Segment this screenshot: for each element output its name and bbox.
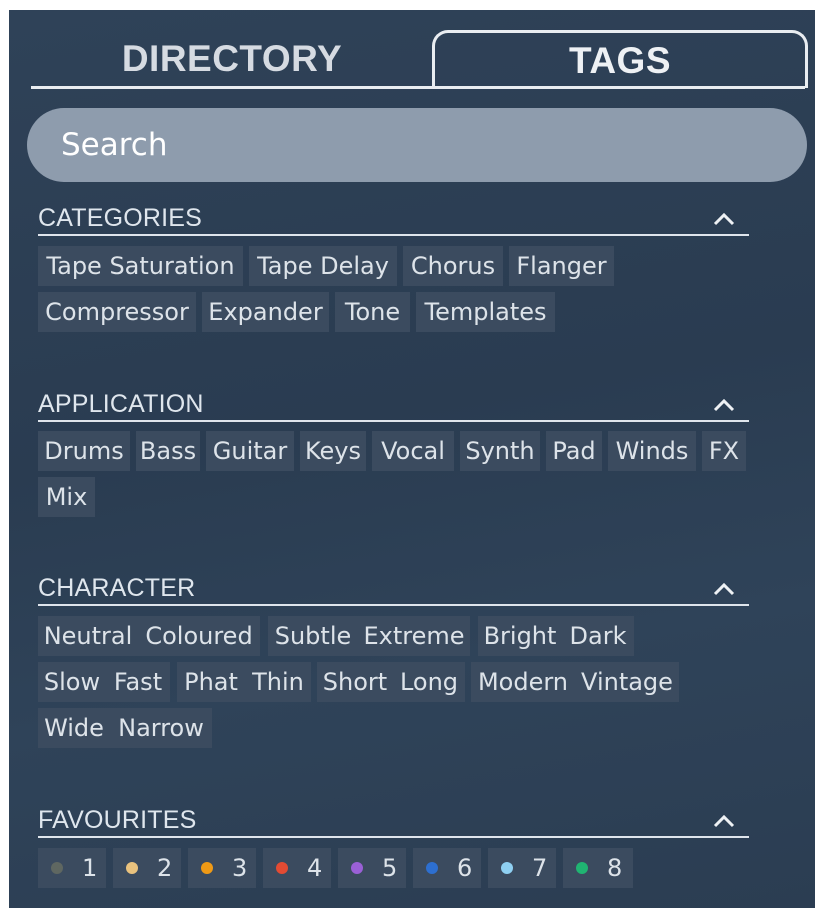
tag-chip[interactable]: Narrow [110,708,212,748]
section-header-categories[interactable]: CATEGORIES [38,204,749,236]
color-dot-icon [501,862,513,874]
section-title-character: CHARACTER [38,574,196,602]
favourite-chip-2[interactable]: 2 [113,848,181,888]
section-title-categories: CATEGORIES [38,204,203,232]
tag-chip[interactable]: Guitar [206,431,294,471]
color-dot-icon [426,862,438,874]
tag-chip[interactable]: Modern [471,662,575,702]
tag-chip[interactable]: Extreme [358,616,470,656]
tab-tags[interactable]: TAGS [432,30,808,88]
tag-chip[interactable]: Templates [416,292,555,332]
section-header-favourites[interactable]: FAVOURITES [38,806,749,838]
favourite-number: 8 [607,854,623,882]
favourite-number: 5 [382,854,398,882]
tag-chip[interactable]: Thin [245,662,311,702]
section-header-application[interactable]: APPLICATION [38,390,749,422]
color-dot-icon [276,862,288,874]
color-dot-icon [51,862,63,874]
tag-chip[interactable]: Keys [300,431,366,471]
tag-chip[interactable]: Dark [562,616,634,656]
tag-chip[interactable]: Subtle [268,616,358,656]
color-dot-icon [126,862,138,874]
tag-chip[interactable]: Expander [202,292,329,332]
tag-chip[interactable]: Neutral [38,616,138,656]
tag-chip[interactable]: Wide [38,708,110,748]
tag-chip[interactable]: Tape Saturation [38,246,243,286]
favourite-chip-1[interactable]: 1 [38,848,106,888]
color-dot-icon [576,862,588,874]
tag-chip[interactable]: Winds [608,431,696,471]
tag-chip[interactable]: Synth [460,431,540,471]
chevron-up-icon[interactable] [713,398,735,412]
tag-chip[interactable]: Short [317,662,393,702]
tag-chip[interactable]: Vintage [575,662,679,702]
tag-chip[interactable]: Flanger [509,246,614,286]
favourite-chip-4[interactable]: 4 [263,848,331,888]
favourite-number: 6 [457,854,473,882]
chevron-up-icon[interactable] [713,814,735,828]
favourite-chip-8[interactable]: 8 [563,848,633,888]
favourite-number: 7 [532,854,548,882]
favourite-number: 4 [307,854,323,882]
tag-chip[interactable]: Chorus [403,246,503,286]
search-input[interactable] [27,108,807,182]
favourite-chip-3[interactable]: 3 [188,848,256,888]
tag-browser-panel: DIRECTORY TAGS CATEGORIES Tape Saturatio… [9,10,815,908]
tag-chip[interactable]: Bass [136,431,200,471]
tag-chip[interactable]: Coloured [138,616,260,656]
tag-chip[interactable]: Pad [546,431,602,471]
tag-chip[interactable]: Tone [335,292,410,332]
tag-chip[interactable]: Bright [478,616,562,656]
favourite-chip-5[interactable]: 5 [338,848,406,888]
color-dot-icon [351,862,363,874]
tab-directory[interactable]: DIRECTORY [31,30,433,88]
section-header-character[interactable]: CHARACTER [38,574,749,606]
tag-chip[interactable]: Compressor [38,292,196,332]
tag-chip[interactable]: Phat [177,662,245,702]
favourite-chip-6[interactable]: 6 [413,848,481,888]
favourite-chip-7[interactable]: 7 [488,848,556,888]
tag-chip[interactable]: Mix [38,477,95,517]
section-title-favourites: FAVOURITES [38,806,197,834]
tag-chip[interactable]: Fast [106,662,170,702]
tag-chip[interactable]: Long [393,662,465,702]
tab-divider [31,86,805,89]
tag-chip[interactable]: Slow [38,662,106,702]
tag-chip[interactable]: Tape Delay [249,246,397,286]
chevron-up-icon[interactable] [713,212,735,226]
favourite-number: 2 [157,854,173,882]
chevron-up-icon[interactable] [713,582,735,596]
tag-chip[interactable]: FX [702,431,746,471]
section-title-application: APPLICATION [38,390,204,418]
tag-chip[interactable]: Vocal [372,431,454,471]
favourite-number: 1 [82,854,98,882]
favourite-number: 3 [232,854,248,882]
tag-chip[interactable]: Drums [38,431,130,471]
color-dot-icon [201,862,213,874]
